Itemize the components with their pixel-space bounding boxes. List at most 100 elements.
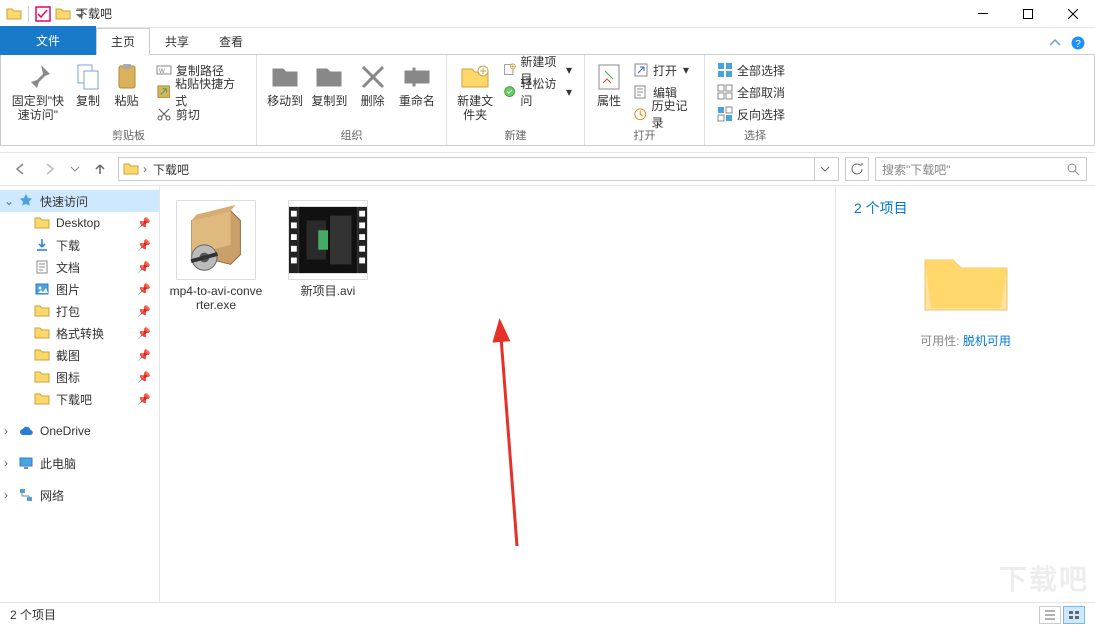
window-title: 下载吧 [76,5,112,22]
tab-home[interactable]: 主页 [96,28,150,55]
svg-text:w: w [158,66,165,75]
document-icon [34,259,50,275]
caret-icon[interactable]: › [4,424,8,438]
sidebar-item-folder[interactable]: 下载吧📌 [0,388,159,410]
availability-value: 脱机可用 [963,334,1011,348]
group-label: 选择 [713,125,797,143]
titlebar: 下载吧 [0,0,1095,28]
ribbon: 固定到"快速访问" 复制 粘贴 w复制路径 粘贴快捷方式 剪切 剪贴板 移动到 [0,54,1095,146]
easy-access-button[interactable]: 轻松访问▾ [499,81,576,103]
file-name: mp4-to-avi-converter.exe [168,284,264,313]
paste-shortcut-button[interactable]: 粘贴快捷方式 [152,81,248,103]
view-large-icons-button[interactable] [1063,606,1085,624]
checkbox-indicator-icon[interactable] [35,6,51,22]
search-input[interactable]: 搜索"下载吧" [875,157,1087,181]
tab-file[interactable]: 文件 [0,26,96,55]
status-bar: 2 个项目 [0,602,1095,626]
sidebar-item-folder[interactable]: 打包📌 [0,300,159,322]
view-details-button[interactable] [1039,606,1061,624]
sidebar-quick-access[interactable]: ⌄ 快速访问 [0,190,159,212]
close-button[interactable] [1050,0,1095,28]
new-item-icon [503,62,516,78]
breadcrumb[interactable]: › 下载吧 [118,157,839,181]
sidebar-item-downloads[interactable]: 下载📌 [0,234,159,256]
refresh-button[interactable] [845,157,869,181]
view-switcher [1039,606,1085,624]
select-substack: 全部选择 全部取消 反向选择 [713,59,789,125]
content-area[interactable]: mp4-to-avi-converter.exe 新项目.avi [160,186,835,602]
select-all-button[interactable]: 全部选择 [713,59,789,81]
copy-to-button[interactable]: 复制到 [309,59,349,109]
folder-icon [34,347,50,363]
search-placeholder: 搜索"下载吧" [882,161,951,178]
cloud-icon [18,423,34,439]
cut-button[interactable]: 剪切 [152,103,248,125]
move-to-icon [269,61,301,93]
minimize-button[interactable] [960,0,1005,28]
pin-icon [22,61,54,93]
exe-thumbnail [176,200,256,280]
folder-large-icon [921,246,1011,316]
collapse-ribbon-icon[interactable] [1049,37,1061,49]
sidebar-item-documents[interactable]: 文档📌 [0,256,159,278]
maximize-button[interactable] [1005,0,1050,28]
download-icon [34,237,50,253]
file-item[interactable]: 新项目.avi [280,200,376,313]
pin-to-quick-access-button[interactable]: 固定到"快速访问" [9,59,67,123]
caret-icon[interactable]: › [4,456,8,470]
invert-selection-button[interactable]: 反向选择 [713,103,789,125]
ribbon-group-organize: 移动到 复制到 删除 重命名 组织 [257,55,447,145]
open-button[interactable]: 打开▾ [629,59,699,81]
app-icon [6,6,22,22]
nav-recent-button[interactable] [68,157,82,181]
delete-icon [357,61,389,93]
open-substack: 打开▾ 编辑 历史记录 [629,59,699,125]
sidebar-item-desktop[interactable]: Desktop📌 [0,212,159,234]
folder-icon [34,215,50,231]
folder-icon [34,325,50,341]
nav-back-button[interactable] [8,157,32,181]
properties-button[interactable]: 属性 [593,59,625,109]
paste-icon [111,61,143,93]
folder-icon [34,303,50,319]
history-button[interactable]: 历史记录 [629,103,699,125]
folder-small-icon [123,161,139,177]
chevron-down-icon: ▾ [566,85,572,99]
select-none-button[interactable]: 全部取消 [713,81,789,103]
file-item[interactable]: mp4-to-avi-converter.exe [168,200,264,313]
window-controls [960,0,1095,28]
group-label: 打开 [593,125,696,143]
sidebar-this-pc[interactable]: ›此电脑 [0,452,159,474]
picture-icon [34,281,50,297]
sidebar-item-folder[interactable]: 格式转换📌 [0,322,159,344]
sidebar-network[interactable]: ›网络 [0,484,159,506]
ribbon-group-clipboard: 固定到"快速访问" 复制 粘贴 w复制路径 粘贴快捷方式 剪切 剪贴板 [1,55,257,145]
tab-share[interactable]: 共享 [150,28,204,55]
rename-icon [401,61,433,93]
sidebar-item-pictures[interactable]: 图片📌 [0,278,159,300]
help-icon[interactable]: ? [1071,36,1085,50]
chevron-right-icon[interactable]: › [143,162,147,176]
new-folder-button[interactable]: 新建文件夹 [455,59,495,123]
nav-forward-button[interactable] [38,157,62,181]
caret-icon[interactable]: › [4,488,8,502]
sidebar-onedrive[interactable]: ›OneDrive [0,420,159,442]
caret-icon[interactable]: ⌄ [4,194,14,208]
sidebar-item-folder[interactable]: 截图📌 [0,344,159,366]
svg-text:?: ? [1075,39,1081,50]
delete-button[interactable]: 删除 [354,59,392,109]
copy-button[interactable]: 复制 [71,59,106,109]
sidebar-item-folder[interactable]: 图标📌 [0,366,159,388]
paste-button[interactable]: 粘贴 [109,59,144,109]
folder-icon [34,369,50,385]
breadcrumb-dropdown[interactable] [814,157,834,181]
rename-button[interactable]: 重命名 [396,59,438,109]
tab-view[interactable]: 查看 [204,28,258,55]
nav-up-button[interactable] [88,157,112,181]
select-none-icon [717,84,733,100]
separator [28,6,29,22]
folder-small-icon[interactable] [55,6,71,22]
copy-icon [72,61,104,93]
move-to-button[interactable]: 移动到 [265,59,305,109]
breadcrumb-segment[interactable]: 下载吧 [151,161,191,178]
